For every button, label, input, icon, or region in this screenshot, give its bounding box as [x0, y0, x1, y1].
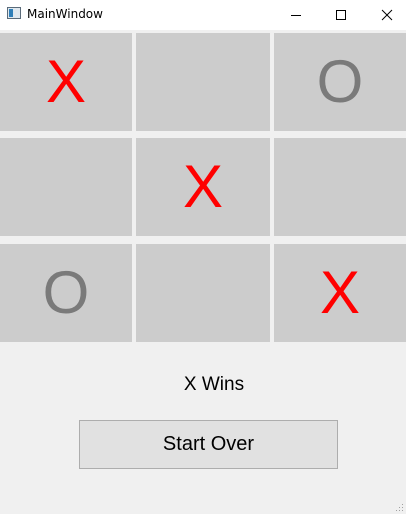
app-icon: [7, 7, 21, 19]
window-title: MainWindow: [27, 7, 103, 21]
start-over-button[interactable]: Start Over: [79, 420, 338, 469]
board-cell-4[interactable]: X: [136, 138, 270, 236]
board-cell-8[interactable]: X: [274, 244, 406, 342]
close-button[interactable]: [364, 0, 406, 30]
main-window: MainWindow X O X O X X Wins Start Over: [0, 0, 406, 514]
board-cell-3[interactable]: [0, 138, 132, 236]
board-cell-1[interactable]: [136, 33, 270, 131]
board-cell-7[interactable]: [136, 244, 270, 342]
maximize-icon: [336, 10, 346, 20]
board-cell-2[interactable]: O: [274, 33, 406, 131]
game-board: X O X O X: [0, 33, 406, 342]
minimize-icon: [291, 15, 301, 16]
board-cell-0[interactable]: X: [0, 33, 132, 131]
game-status: X Wins: [183, 374, 245, 395]
minimize-button[interactable]: [273, 0, 319, 30]
resize-grip-icon[interactable]: [394, 502, 404, 512]
close-icon: [381, 9, 393, 21]
maximize-button[interactable]: [318, 0, 364, 30]
board-cell-5[interactable]: [274, 138, 406, 236]
board-cell-6[interactable]: O: [0, 244, 132, 342]
title-bar[interactable]: MainWindow: [0, 0, 406, 30]
